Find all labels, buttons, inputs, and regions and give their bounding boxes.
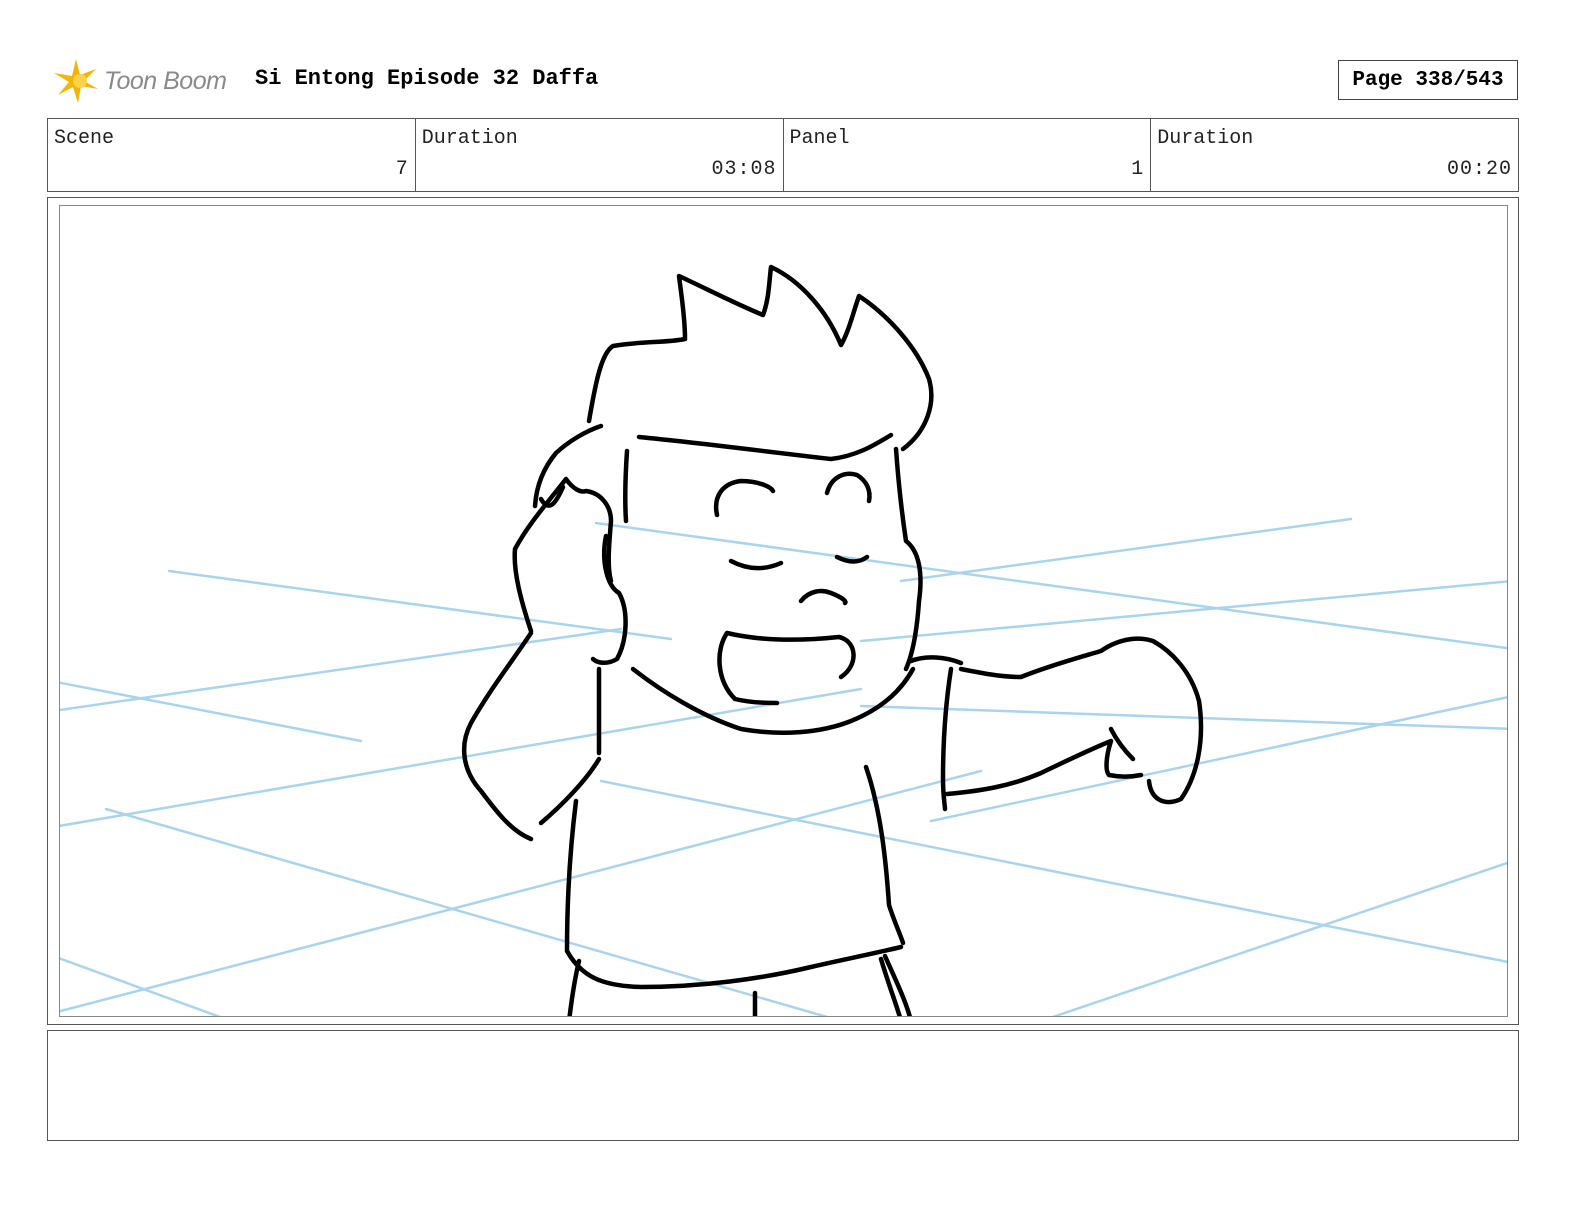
scene-info-table: Scene 7 Duration 03:08 Panel 1 Duration … bbox=[47, 118, 1519, 192]
page-indicator: Page 338/543 bbox=[1338, 60, 1518, 100]
panel-label: Panel bbox=[789, 127, 850, 150]
panel-duration-label: Duration bbox=[1157, 127, 1254, 150]
scene-duration-cell: Duration 03:08 bbox=[416, 119, 784, 191]
scene-duration-label: Duration bbox=[421, 127, 518, 150]
scene-duration-value: 03:08 bbox=[711, 158, 777, 181]
scene-label: Scene bbox=[54, 127, 115, 150]
character-sketch bbox=[462, 264, 1204, 1016]
panel-value: 1 bbox=[1131, 158, 1145, 181]
logo-text: Toon Boom bbox=[104, 66, 227, 95]
panel-cell: Panel 1 bbox=[784, 119, 1152, 191]
project-title: Si Entong Episode 32 Daffa bbox=[255, 66, 599, 91]
storyboard-sketch bbox=[60, 264, 1507, 1016]
scene-cell: Scene 7 bbox=[48, 119, 416, 191]
panel-duration-cell: Duration 00:20 bbox=[1151, 119, 1518, 191]
scene-value: 7 bbox=[395, 158, 409, 181]
page-label: Page 338/543 bbox=[1352, 68, 1504, 92]
panel-image bbox=[59, 205, 1508, 1017]
perspective-guides bbox=[60, 517, 1507, 1016]
star-burst-icon bbox=[54, 59, 98, 103]
panel-notes bbox=[47, 1030, 1519, 1141]
toon-boom-logo: Toon Boom bbox=[50, 55, 240, 107]
panel-duration-value: 00:20 bbox=[1446, 158, 1512, 181]
